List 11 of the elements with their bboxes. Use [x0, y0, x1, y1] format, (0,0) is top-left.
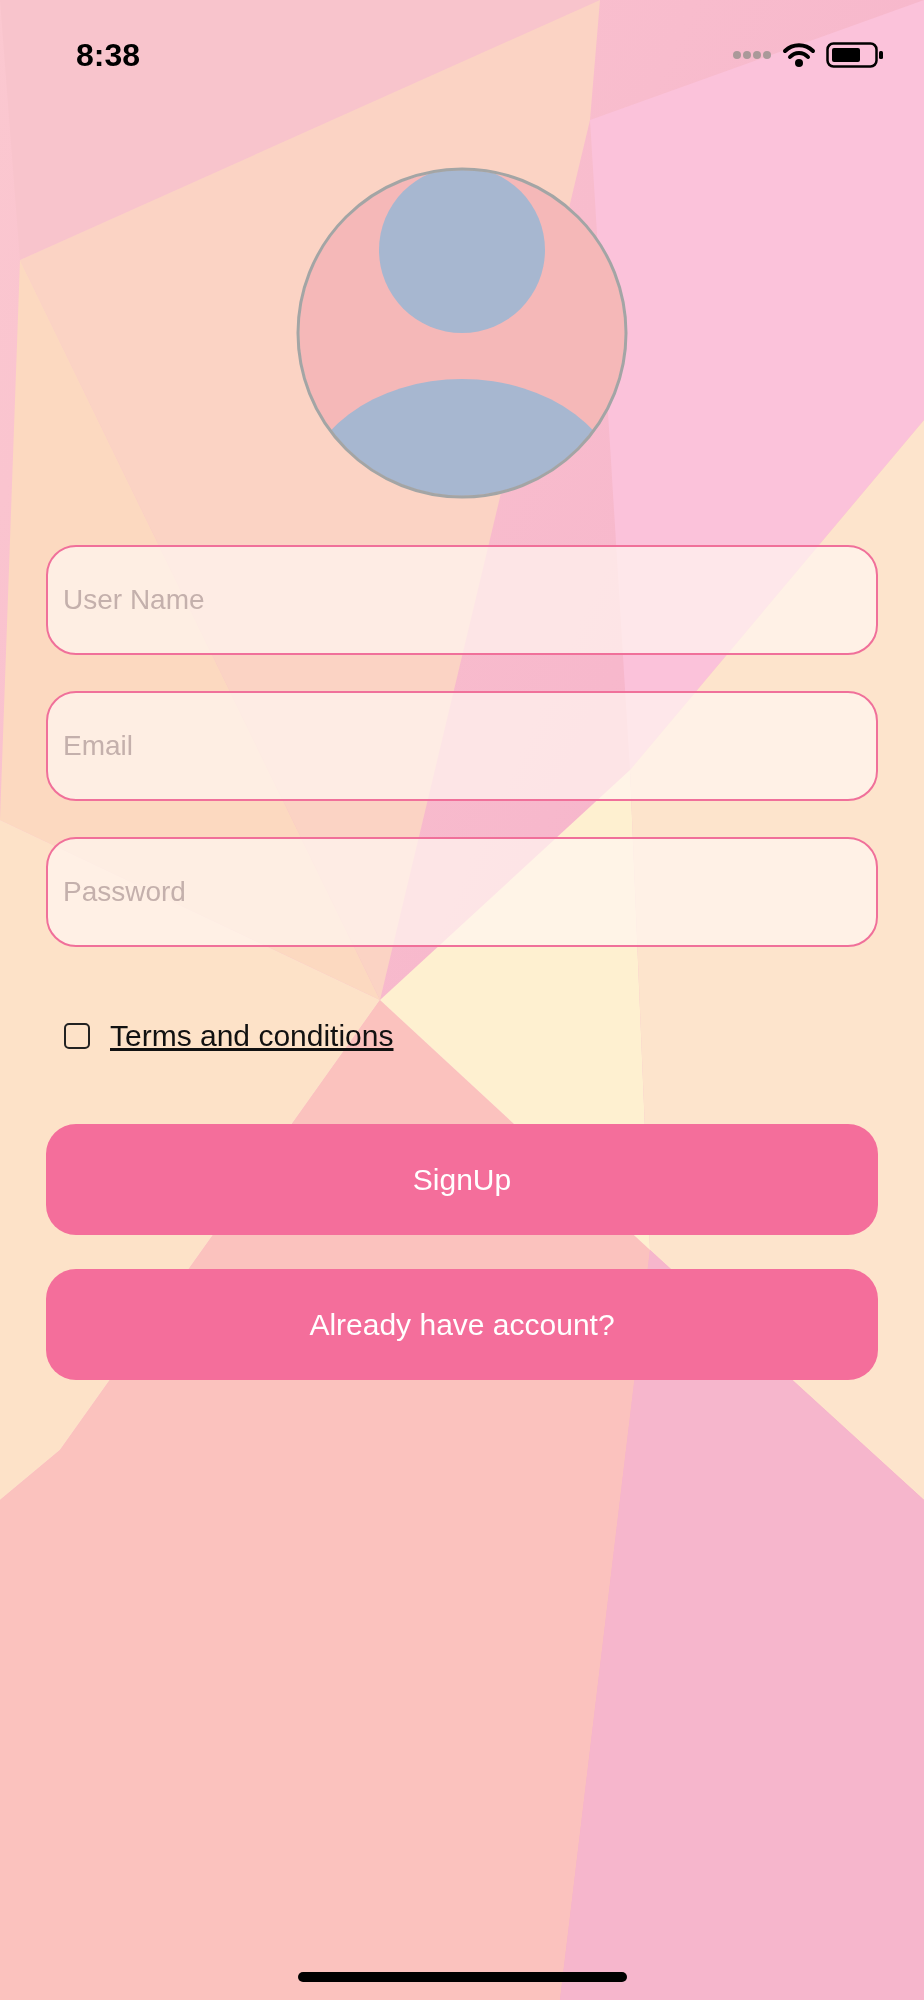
battery-icon	[826, 42, 884, 68]
terms-link[interactable]: Terms and conditions	[110, 1019, 394, 1053]
signal-icon	[732, 50, 772, 60]
input-field[interactable]: Email	[46, 691, 878, 801]
checkbox[interactable]	[64, 1023, 90, 1049]
wifi-icon	[782, 42, 816, 68]
signup-button[interactable]: SignUp	[46, 1124, 878, 1235]
login-button[interactable]: Already have account?	[46, 1269, 878, 1380]
input-field[interactable]: User Name	[46, 545, 878, 655]
status-time: 8:38	[76, 36, 141, 74]
input-field[interactable]: Password	[46, 837, 878, 947]
